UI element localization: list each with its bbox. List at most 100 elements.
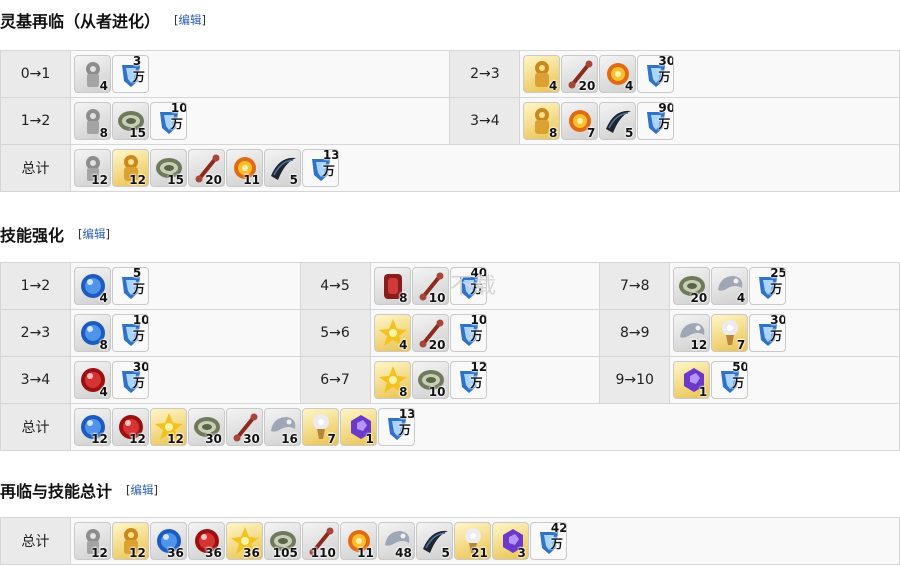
item-count: 30万 (658, 55, 675, 84)
item-count: 10万 (132, 314, 149, 343)
gold-statue-icon[interactable]: 4 (523, 55, 561, 93)
bone-icon[interactable]: 20 (187, 149, 225, 187)
bone-icon[interactable]: 20 (561, 55, 599, 93)
qp-coin-icon[interactable]: 100万 (449, 314, 487, 352)
flame-orb-icon[interactable]: 7 (561, 102, 599, 140)
item-count: 20 (690, 291, 708, 305)
black-claw-icon[interactable]: 5 (415, 522, 453, 560)
bronze-ring-icon[interactable]: 105 (263, 522, 301, 560)
qp-coin-icon[interactable]: 30万 (637, 55, 675, 93)
gold-star-icon[interactable]: 4 (373, 314, 411, 352)
edit-link[interactable]: 编辑 (83, 227, 106, 241)
materials-cell: 4 3万 (69, 50, 451, 98)
bone-icon[interactable]: 110 (301, 522, 339, 560)
edit-link-wrap: [编辑] (78, 227, 111, 241)
purple-crystal-icon[interactable]: 1 (339, 408, 377, 446)
qp-coin-icon[interactable]: 250万 (749, 267, 787, 305)
ascension-heading: 灵基再临（从者进化） [编辑] (0, 8, 206, 32)
blue-gem-icon[interactable]: 8 (73, 314, 111, 352)
flame-orb-icon[interactable]: 11 (225, 149, 263, 187)
item-count: 12 (129, 432, 146, 446)
item-count: 1 (698, 385, 708, 399)
qp-coin-icon[interactable]: 4213万 (529, 522, 567, 560)
bone-icon[interactable]: 20 (411, 314, 449, 352)
red-gem-icon[interactable]: 36 (187, 522, 225, 560)
qp-coin-icon[interactable]: 30万 (111, 361, 149, 399)
gold-statue-icon[interactable]: 12 (111, 522, 149, 560)
bronze-ring-icon[interactable]: 30 (187, 408, 225, 446)
bronze-ring-icon[interactable]: 10 (411, 361, 449, 399)
tree-seed-icon[interactable]: 21 (453, 522, 491, 560)
tree-seed-icon[interactable]: 7 (301, 408, 339, 446)
gold-star-icon[interactable]: 12 (149, 408, 187, 446)
gold-star-icon[interactable]: 36 (225, 522, 263, 560)
silver-gear-statue-icon[interactable]: 12 (73, 522, 111, 560)
edit-link-wrap: [编辑] (126, 483, 159, 497)
item-count: 4 (99, 385, 108, 399)
grey-curl-icon[interactable]: 48 (377, 522, 415, 560)
skill-heading: 技能强化 [编辑] (0, 222, 110, 246)
flame-orb-icon[interactable]: 4 (599, 55, 637, 93)
materials-cell: 1 500万 (669, 356, 900, 404)
materials-cell: 12 7 300万 (669, 309, 900, 357)
edit-link[interactable]: 编辑 (131, 483, 154, 497)
qp-coin-icon[interactable]: 5万 (111, 267, 149, 305)
item-count: 10 (428, 385, 446, 399)
materials-cell: 4 30万 (69, 356, 301, 404)
item-count: 36 (205, 546, 222, 560)
qp-coin-icon[interactable]: 1360万 (377, 408, 415, 446)
purple-crystal-icon[interactable]: 3 (491, 522, 529, 560)
materials-cell: 8 15 10万 (69, 97, 451, 145)
item-count: 36 (167, 546, 184, 560)
blue-gem-icon[interactable]: 4 (73, 267, 111, 305)
qp-coin-icon[interactable]: 3万 (111, 55, 149, 93)
qp-coin-icon[interactable]: 125万 (449, 361, 487, 399)
item-count: 500万 (732, 361, 749, 390)
item-count: 5万 (132, 267, 145, 296)
tree-seed-icon[interactable]: 7 (711, 314, 749, 352)
bronze-ring-icon[interactable]: 15 (111, 102, 149, 140)
blue-gem-icon[interactable]: 36 (149, 522, 187, 560)
qp-coin-icon[interactable]: 133万 (301, 149, 339, 187)
table-row: 3→4 4 30万 6→7 8 10 125万 9→10 1 500万 (0, 356, 900, 404)
gold-star-icon[interactable]: 8 (373, 361, 411, 399)
item-count: 12 (91, 546, 108, 560)
bone-icon[interactable]: 30 (225, 408, 263, 446)
bronze-ring-icon[interactable]: 20 (673, 267, 711, 305)
item-count: 1 (365, 432, 374, 446)
flame-orb-icon[interactable]: 11 (339, 522, 377, 560)
silver-gear-statue-icon[interactable]: 12 (73, 149, 111, 187)
qp-coin-icon[interactable]: 10万 (111, 314, 149, 352)
materials-cell: 12 12 15 20 11 5 133万 (69, 144, 900, 192)
qp-coin-icon[interactable]: 10万 (149, 102, 187, 140)
silver-gear-statue-icon[interactable]: 8 (73, 102, 111, 140)
blue-gem-icon[interactable]: 12 (73, 408, 111, 446)
grey-curl-icon[interactable]: 4 (711, 267, 749, 305)
item-count: 16 (281, 432, 298, 446)
ascension-table: 0→1 4 3万 2→3 4 20 4 30万 1→2 8 15 10万 3→4 8 7 5 90… (0, 50, 900, 192)
silver-gear-statue-icon[interactable]: 4 (73, 55, 111, 93)
level-label: 3→4 (0, 356, 71, 404)
item-count: 8 (549, 126, 558, 140)
grey-curl-icon[interactable]: 16 (263, 408, 301, 446)
item-count: 12 (91, 173, 108, 187)
qp-coin-icon[interactable]: 90万 (637, 102, 675, 140)
black-claw-icon[interactable]: 5 (263, 149, 301, 187)
level-label: 2→3 (449, 50, 521, 98)
bronze-ring-icon[interactable]: 15 (149, 149, 187, 187)
black-claw-icon[interactable]: 5 (599, 102, 637, 140)
qp-coin-icon[interactable]: 300万 (749, 314, 787, 352)
gold-statue-icon[interactable]: 12 (111, 149, 149, 187)
total-row: 总计 12 12 12 30 30 16 7 1 1360万 (0, 403, 900, 451)
edit-link[interactable]: 编辑 (179, 13, 202, 27)
red-gem-icon[interactable]: 12 (111, 408, 149, 446)
red-monument-icon[interactable]: 8 (373, 267, 411, 305)
gold-statue-icon[interactable]: 8 (523, 102, 561, 140)
bone-icon[interactable]: 10 (411, 267, 449, 305)
qp-coin-icon[interactable]: 500万 (711, 361, 749, 399)
purple-crystal-icon[interactable]: 1 (673, 361, 711, 399)
grey-curl-icon[interactable]: 12 (673, 314, 711, 352)
red-gem-icon[interactable]: 4 (73, 361, 111, 399)
level-label: 2→3 (0, 309, 71, 357)
level-label: 4→5 (299, 262, 371, 310)
